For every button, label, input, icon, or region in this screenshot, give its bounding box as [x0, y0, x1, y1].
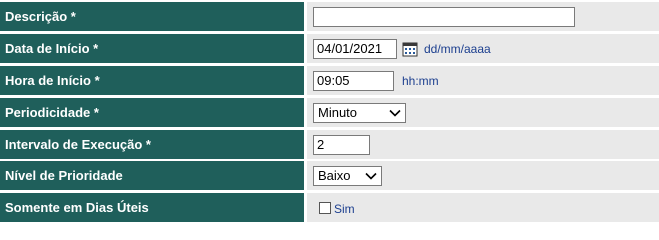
periodicidade-selected-value: Minuto — [318, 105, 358, 120]
row-data-inicio: Data de Início * dd/mm/aaaa — [0, 34, 659, 63]
dias-uteis-cell: Sim — [307, 193, 659, 222]
periodicidade-select[interactable]: Minuto — [313, 102, 406, 123]
hora-inicio-input[interactable] — [313, 70, 394, 91]
hora-inicio-cell: hh:mm — [307, 66, 659, 95]
intervalo-label: Intervalo de Execução * — [0, 130, 304, 159]
chevron-down-icon — [365, 172, 377, 180]
row-intervalo: Intervalo de Execução * — [0, 130, 659, 159]
data-inicio-label: Data de Início * — [0, 34, 304, 63]
time-format-hint: hh:mm — [402, 73, 439, 88]
dias-uteis-checkbox-label[interactable]: Sim — [334, 202, 355, 216]
row-prioridade: Nível de Prioridade Baixo — [0, 161, 659, 190]
row-hora-inicio: Hora de Início * hh:mm — [0, 66, 659, 95]
dias-uteis-label: Somente em Dias Úteis — [0, 193, 304, 222]
date-format-hint: dd/mm/aaaa — [424, 41, 491, 56]
schedule-form: Descrição * Data de Início * dd/mm/aaaa — [0, 0, 659, 223]
hora-inicio-label: Hora de Início * — [0, 66, 304, 95]
prioridade-selected-value: Baixo — [318, 168, 351, 183]
data-inicio-cell: dd/mm/aaaa — [307, 34, 659, 63]
descricao-cell — [307, 2, 659, 31]
periodicidade-label: Periodicidade * — [0, 98, 304, 127]
row-dias-uteis: Somente em Dias Úteis Sim — [0, 193, 659, 222]
prioridade-select[interactable]: Baixo — [313, 165, 382, 186]
periodicidade-cell: Minuto — [307, 98, 659, 127]
intervalo-cell — [307, 130, 659, 159]
chevron-down-icon — [389, 109, 401, 117]
descricao-input[interactable] — [313, 6, 575, 27]
intervalo-input[interactable] — [313, 134, 370, 155]
calendar-icon[interactable] — [402, 41, 418, 57]
prioridade-label: Nível de Prioridade — [0, 161, 304, 190]
row-descricao: Descrição * — [0, 2, 659, 31]
prioridade-cell: Baixo — [307, 161, 659, 190]
dias-uteis-checkbox[interactable] — [319, 201, 331, 214]
row-periodicidade: Periodicidade * Minuto — [0, 98, 659, 127]
descricao-label: Descrição * — [0, 2, 304, 31]
data-inicio-input[interactable] — [313, 38, 397, 59]
